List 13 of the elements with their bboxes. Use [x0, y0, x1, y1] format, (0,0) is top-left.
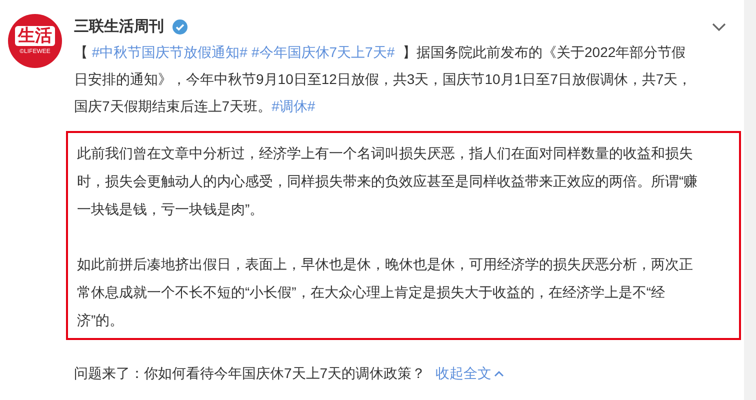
caret-up-icon [494, 370, 504, 377]
logo-text: 生活 [15, 26, 55, 46]
quote-paragraph: 如此前拼后凑地挤出假日，表面上，早休也是休，晚休也是休，可用经济学的损失厌恶分析，两次正常休息成就一个不长不短的“小长假”，在大众心理上肯定是损失大于收益的，在经济学上是不“经济”的。 [77, 255, 694, 330]
hashtag-link[interactable]: #今年国庆休7天上7天# [251, 44, 395, 60]
account-name[interactable]: 三联生活周刊 [74, 16, 164, 38]
quote-paragraph: 此前我们曾在文章中分析过，经济学上有一个名词叫损失厌恶，指人们在面对同样数量的收益和损失时，损失会更触动人的内心感受，同样损失带来的负效应甚至是同样收益带来正效应的两倍。所谓“赚一块钱是钱，亏一块钱是肉”。 [77, 144, 699, 219]
collapse-link[interactable]: 收起全文 [436, 363, 504, 384]
verified-icon [172, 19, 188, 35]
post-text: 【 #中秋节国庆节放假通知# #今年国庆休7天上7天# 】据国务院此前发布的《关于2022年部分节假日安排的通知》，今年中秋节9月10日至12日放假，共3天，国庆节10月1日至7日放假调休，共7天，国庆7天假期结束后连上7天班。#调休# [74, 43, 692, 116]
question-text: 问题来了：你如何看待今年国庆休7天上7天的调休政策？ [74, 364, 426, 383]
chevron-down-icon[interactable] [712, 22, 726, 32]
hashtag-link[interactable]: #中秋节国庆节放假通知# [92, 44, 248, 60]
hashtag-link[interactable]: #调休# [272, 98, 316, 114]
